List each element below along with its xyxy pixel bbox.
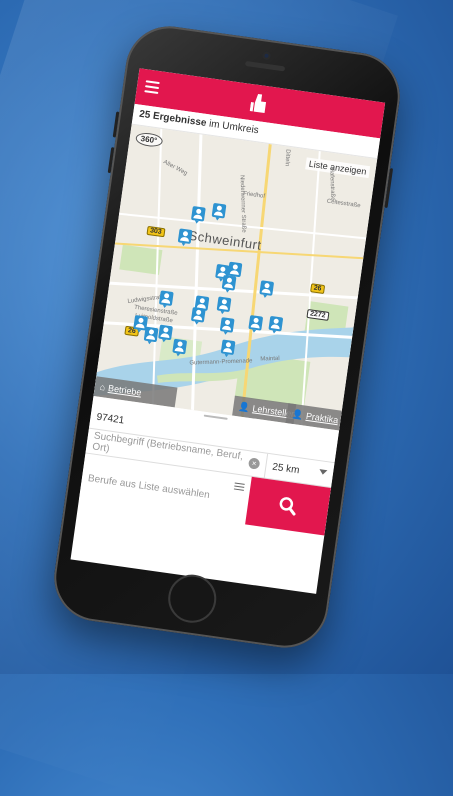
map-marker[interactable] xyxy=(247,315,263,331)
search-button[interactable] xyxy=(244,476,331,536)
map-marker[interactable] xyxy=(216,296,231,313)
map-marker[interactable] xyxy=(221,274,236,291)
map-marker[interactable] xyxy=(211,202,226,219)
radius-value: 25 km xyxy=(271,461,300,476)
map-marker[interactable] xyxy=(190,205,206,222)
tab-label: Betriebe xyxy=(106,383,142,398)
home-icon: ⌂ xyxy=(98,381,106,393)
person-icon: 👤 xyxy=(237,400,250,413)
map-marker[interactable] xyxy=(190,306,206,323)
map-marker[interactable] xyxy=(177,228,193,245)
map-marker[interactable] xyxy=(219,317,235,333)
map-marker[interactable] xyxy=(171,338,187,355)
list-icon xyxy=(233,482,245,492)
person-outline-icon: 👤 xyxy=(290,408,304,420)
map-marker[interactable] xyxy=(220,339,235,356)
chevron-down-icon xyxy=(318,469,327,476)
map-marker[interactable] xyxy=(157,324,173,341)
map-marker[interactable] xyxy=(158,290,174,307)
map-marker[interactable] xyxy=(143,326,159,343)
thumbs-up-logo-icon xyxy=(249,93,266,114)
street-label: Maintal xyxy=(259,355,280,363)
tab-label: Praktika xyxy=(304,410,339,426)
road-sign: 26 xyxy=(309,283,325,295)
map-marker[interactable] xyxy=(258,280,274,296)
location-value: 97421 xyxy=(95,411,125,426)
profession-placeholder: Berufe aus Liste auswählen xyxy=(86,472,210,501)
street-label: Hafenstraße xyxy=(327,167,335,201)
map-view[interactable]: 360° Liste anzeigen Schweinfurt 303 26 2… xyxy=(92,124,377,431)
map-marker[interactable] xyxy=(267,315,283,332)
magnifier-icon xyxy=(279,497,296,516)
hamburger-icon[interactable] xyxy=(143,80,160,95)
street-label: Ditteln xyxy=(283,148,290,167)
